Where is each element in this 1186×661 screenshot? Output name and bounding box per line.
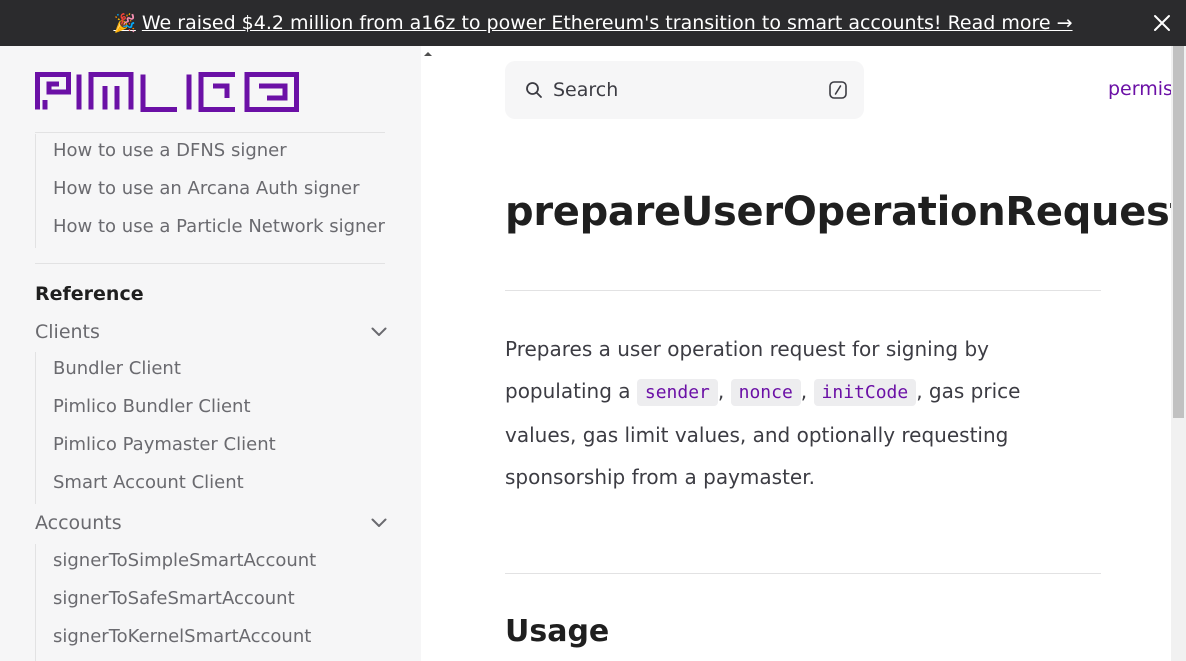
clients-group: Bundler Client Pimlico Bundler Client Pi… xyxy=(35,352,385,504)
sidebar-item-kernel-smart-account[interactable]: signerToKernelSmartAccount xyxy=(53,626,311,647)
search-button[interactable]: Search xyxy=(505,61,864,119)
title-divider xyxy=(505,290,1101,291)
page-title: prepareUserOperationRequest xyxy=(505,189,1171,235)
pimlico-logo[interactable] xyxy=(35,72,299,116)
sidebar-item-particle-signer[interactable]: How to use a Particle Network signer xyxy=(53,216,385,237)
section-divider xyxy=(35,263,385,264)
group-header-clients[interactable]: Clients xyxy=(35,318,387,346)
logo-divider xyxy=(35,132,385,133)
group-label: Clients xyxy=(35,321,100,343)
inline-code-nonce: nonce xyxy=(730,379,801,406)
main-content: Search permis prepareUserOperationReques… xyxy=(435,46,1171,661)
chevron-down-icon xyxy=(371,327,387,336)
group-rail xyxy=(35,352,36,504)
page-description: Prepares a user operation request for si… xyxy=(505,328,1065,498)
sidebar-scrollbar[interactable] xyxy=(421,46,435,661)
banner-text: We raised $4.2 million from a16z to powe… xyxy=(141,12,1073,34)
group-rail xyxy=(35,134,36,248)
sidebar-item-simple-smart-account[interactable]: signerToSimpleSmartAccount xyxy=(53,550,316,571)
inline-code-initcode: initCode xyxy=(813,379,917,406)
sidebar-item-dfns-signer[interactable]: How to use a DFNS signer xyxy=(53,140,287,161)
close-icon[interactable] xyxy=(1152,13,1172,33)
sidebar-item-pimlico-bundler-client[interactable]: Pimlico Bundler Client xyxy=(53,396,251,417)
party-popper-icon: 🎉 xyxy=(113,12,136,34)
description-separator: , xyxy=(717,379,731,403)
section-title-reference: Reference xyxy=(35,283,144,305)
previous-group: How to use a DFNS signer How to use an A… xyxy=(35,134,385,248)
scroll-up-arrow-icon[interactable] xyxy=(422,50,434,58)
page-scrollbar-thumb[interactable] xyxy=(1173,46,1184,418)
sidebar-item-bundler-client[interactable]: Bundler Client xyxy=(53,358,181,379)
description-separator: , xyxy=(800,379,814,403)
sidebar: How to use a DFNS signer How to use an A… xyxy=(0,46,421,661)
banner-link[interactable]: 🎉 We raised $4.2 million from a16z to po… xyxy=(113,12,1072,34)
inline-code-sender: sender xyxy=(636,379,718,406)
sidebar-item-pimlico-paymaster-client[interactable]: Pimlico Paymaster Client xyxy=(53,434,276,455)
logo-wordmark xyxy=(35,72,299,112)
sidebar-item-smart-account-client[interactable]: Smart Account Client xyxy=(53,472,244,493)
sidebar-item-safe-smart-account[interactable]: signerToSafeSmartAccount xyxy=(53,588,295,609)
chevron-down-icon xyxy=(371,518,387,527)
search-placeholder: Search xyxy=(553,79,619,101)
accounts-group: signerToSimpleSmartAccount signerToSafeS… xyxy=(35,544,385,661)
group-rail xyxy=(35,544,36,661)
top-nav-link[interactable]: permis xyxy=(1108,78,1171,100)
group-label: Accounts xyxy=(35,512,122,534)
group-header-accounts[interactable]: Accounts xyxy=(35,509,387,537)
announcement-banner: 🎉 We raised $4.2 million from a16z to po… xyxy=(0,0,1186,46)
slash-key-icon xyxy=(829,81,847,99)
sidebar-item-arcana-signer[interactable]: How to use an Arcana Auth signer xyxy=(53,178,360,199)
usage-heading: Usage xyxy=(505,614,610,649)
section-divider xyxy=(505,573,1101,574)
search-icon xyxy=(526,82,542,98)
